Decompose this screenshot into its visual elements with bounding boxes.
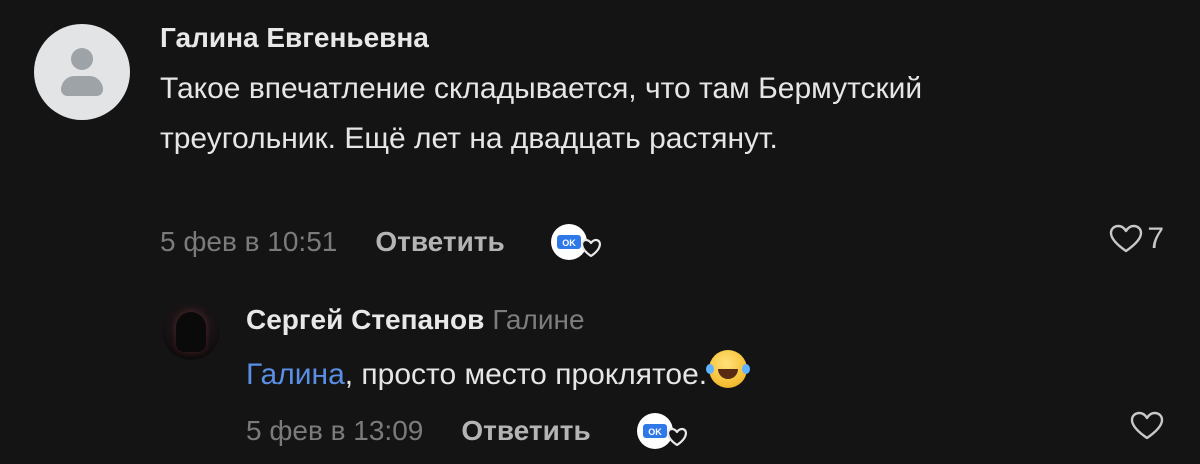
comment-author[interactable]: Галина Евгеньевна xyxy=(160,22,429,54)
mention-link[interactable]: Галина xyxy=(246,358,345,391)
author-name[interactable]: Сергей Степанов xyxy=(246,304,484,335)
comment-meta: 5 фев в 13:09 Ответить OK xyxy=(246,411,693,451)
reaction-badge-text: OK xyxy=(562,238,576,248)
user-silhouette-icon xyxy=(71,48,93,70)
hooded-figure-image xyxy=(176,312,206,352)
heart-outline-icon xyxy=(1110,224,1143,253)
avatar[interactable] xyxy=(34,24,130,120)
like-button[interactable] xyxy=(1130,411,1164,441)
reply-to-label: Галине xyxy=(492,304,585,335)
reply-button[interactable]: Ответить xyxy=(375,226,504,258)
like-button[interactable]: 7 xyxy=(1109,222,1164,256)
comment-time: 5 фев в 10:51 xyxy=(160,226,338,257)
ok-heart-reaction-icon[interactable]: OK xyxy=(549,222,607,262)
comment-body: , просто место проклятое. xyxy=(344,358,708,391)
like-count: 7 xyxy=(1147,222,1164,255)
comment-galina: Галина Евгеньевна Такое впечатление скла… xyxy=(0,0,1200,280)
face-with-tears-of-joy-icon xyxy=(706,350,751,388)
reaction-badge-text: OK xyxy=(648,427,662,437)
avatar[interactable] xyxy=(162,302,220,360)
comment-time: 5 фев в 13:09 xyxy=(246,415,424,446)
user-silhouette-body xyxy=(61,76,103,96)
comment-meta: 5 фев в 10:51 Ответить OK xyxy=(160,222,607,262)
reply-button[interactable]: Ответить xyxy=(461,415,590,447)
heart-outline-icon xyxy=(1130,411,1164,440)
comment-author: Сергей Степанов Галине xyxy=(246,304,585,336)
ok-heart-reaction-icon[interactable]: OK xyxy=(635,411,693,451)
comment-sergey: Сергей Степанов Галине Галина, просто мес… xyxy=(0,280,1200,464)
comment-text: Такое впечатление складывается, что там … xyxy=(160,72,923,155)
comment-text: Галина, просто место проклятое. xyxy=(246,350,751,400)
